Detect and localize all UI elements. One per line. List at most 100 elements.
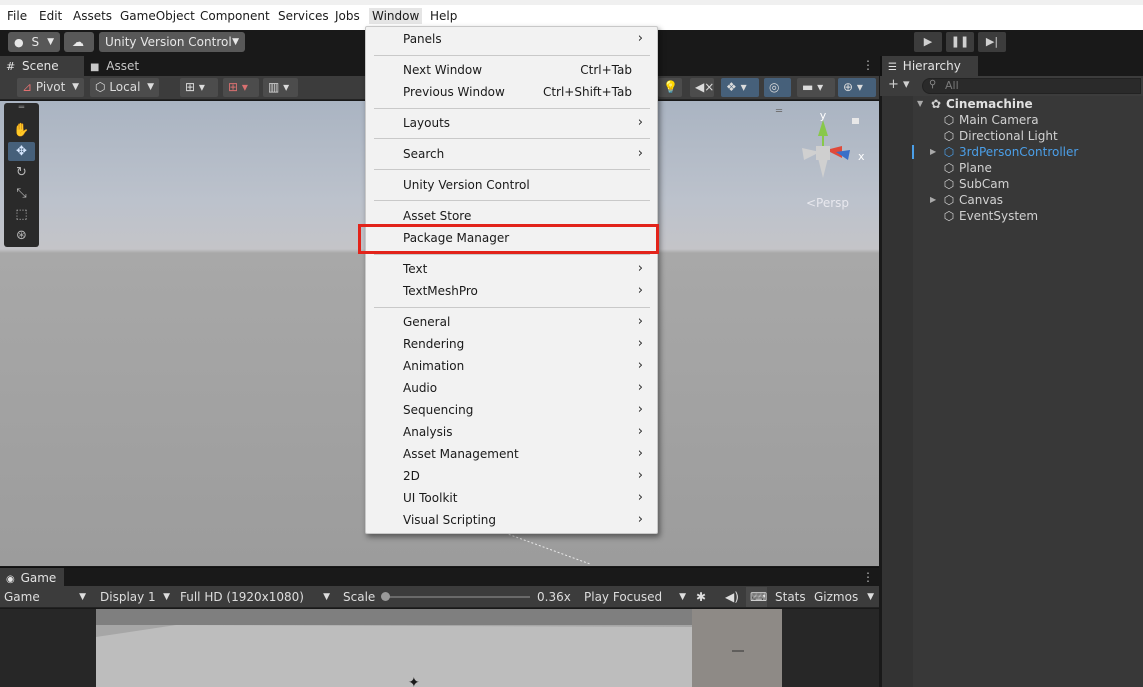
menu-gameobject[interactable]: GameObject [120,8,195,24]
menu-item-panels[interactable]: Panels › [366,28,657,50]
hierarchy-item-label: EventSystem [959,209,1039,223]
menu-item-sequencing[interactable]: Sequencing › [366,399,657,421]
search-placeholder: All [945,79,959,92]
bug-icon[interactable]: ✱ [692,587,706,607]
game-render[interactable]: ✦ [96,609,782,687]
play-mode-select[interactable]: Play Focused ▼ [580,587,690,607]
pivot-icon: ⊿ [22,80,33,94]
palette-handle-icon[interactable]: ═ [8,104,35,113]
rect-tool-icon[interactable]: ⬚ [8,205,35,224]
menu-item-audio[interactable]: Audio › [366,377,657,399]
menu-item-label: General [403,315,451,329]
camera-settings-button[interactable]: ▬ ▾ [797,78,835,97]
menu-help[interactable]: Help [430,8,457,24]
menu-item-previous-window[interactable]: Previous Window Ctrl+Shift+Tab [366,81,657,103]
gizmos-toggle[interactable]: ⊕ ▾ [838,78,876,97]
menu-item-ui-toolkit[interactable]: UI Toolkit › [366,487,657,509]
scale-slider[interactable] [384,596,530,598]
menu-item-layouts[interactable]: Layouts › [366,112,657,134]
hierarchy-item-label: Directional Light [959,129,1058,143]
more-options-icon[interactable]: ⋮ [862,58,874,72]
chevron-down-icon: ▼ [867,592,874,602]
orientation-gizmo[interactable]: y x [796,112,866,187]
overlay-menu-icon[interactable]: ═ [776,106,782,117]
keyboard-icon[interactable]: ⌨ [746,587,768,607]
version-control-dropdown[interactable]: Unity Version Control ▼ [99,32,245,52]
speaker-icon[interactable]: ◀) [721,587,739,607]
pivot-dropdown[interactable]: ⊿ Pivot ▼ [17,78,84,97]
menu-services[interactable]: Services [278,8,329,24]
tab-game[interactable]: ◉ Game [0,568,64,588]
hidden-objects-toggle[interactable]: ◎ [764,78,791,97]
menu-item-textmeshpro[interactable]: TextMeshPro › [366,280,657,302]
menu-item-search[interactable]: Search › [366,143,657,165]
account-button[interactable]: ● S ▼ [8,32,60,52]
chevron-right-icon: › [637,336,643,351]
play-button[interactable]: ▶ [914,32,942,52]
effects-toggle[interactable]: ❖ ▾ [721,78,759,97]
tab-scene[interactable]: # Scene [0,56,84,76]
snap-grid-button[interactable]: ⊞ ▾ [180,78,218,97]
hierarchy-item-label: 3rdPersonController [959,145,1079,159]
increment-snap-button[interactable]: ▥ ▾ [263,78,298,97]
menu-item-unity-version-control[interactable]: Unity Version Control [366,174,657,196]
menu-item-2d[interactable]: 2D › [366,465,657,487]
lock-icon[interactable] [852,118,859,124]
stats-button[interactable]: Stats [771,587,806,607]
gameobject-icon: ⬡ [943,161,955,175]
game-view-select[interactable]: Game ▼ [0,587,90,607]
local-label: Local [109,80,141,94]
hierarchy-item-label: Canvas [959,193,1004,207]
snap-grid-icon: ⊞ ▾ [185,80,205,94]
menu-component[interactable]: Component [200,8,270,24]
hierarchy-item-label: Plane [959,161,992,175]
menu-item-animation[interactable]: Animation › [366,355,657,377]
cloud-button[interactable]: ☁ [64,32,94,52]
local-dropdown[interactable]: ⬡ Local ▼ [90,78,159,97]
grid-icon: # [6,60,16,73]
transform-tool-icon[interactable]: ⊛ [8,226,35,245]
mute-icon: ◀× [695,80,715,94]
chevron-right-icon: › [637,358,643,373]
step-button[interactable]: ▶| [978,32,1006,52]
asset-store-icon: ■ [90,62,100,73]
selection-marker [912,145,914,159]
chevron-right-icon[interactable]: ▶ [930,192,936,208]
scale-slider-thumb[interactable] [381,592,390,601]
gizmos-dropdown[interactable]: Gizmos ▼ [810,587,878,607]
persp-label[interactable]: <Persp [806,196,849,210]
menu-item-asset-management[interactable]: Asset Management › [366,443,657,465]
menu-item-analysis[interactable]: Analysis › [366,421,657,443]
grid-visibility-button[interactable]: ⊞ ▾ [223,78,259,97]
scale-tool-icon[interactable]: ⤡ [8,184,35,203]
hand-tool-icon[interactable]: ✋ [8,121,35,140]
menu-edit[interactable]: Edit [39,8,62,24]
move-tool-icon[interactable]: ✥ [8,142,35,161]
chevron-right-icon: › [637,402,643,417]
audio-toggle[interactable]: ◀× [690,78,714,97]
chevron-right-icon[interactable]: ▶ [930,144,936,160]
menu-item-visual-scripting[interactable]: Visual Scripting › [366,509,657,531]
rotate-tool-icon[interactable]: ↻ [8,163,35,182]
chevron-down-icon[interactable]: ▼ [917,96,923,112]
grid-visibility-icon: ⊞ ▾ [228,80,248,94]
menu-item-general[interactable]: General › [366,311,657,333]
menu-window[interactable]: Window [369,8,423,24]
resolution-select[interactable]: Full HD (1920x1080) ▼ [176,587,334,607]
tab-asset-store[interactable]: ■ Asset Store [84,56,174,95]
menu-assets[interactable]: Assets [73,8,112,24]
menu-item-rendering[interactable]: Rendering › [366,333,657,355]
chevron-right-icon: › [637,283,643,298]
tab-hierarchy[interactable]: ☰ Hierarchy [882,56,978,76]
add-icon[interactable]: + ▾ [888,77,910,92]
menu-jobs[interactable]: Jobs [335,8,360,24]
pause-button[interactable]: ❚❚ [946,32,974,52]
lighting-toggle[interactable]: 💡 [658,78,682,97]
menu-item-label: UI Toolkit [403,491,458,505]
more-options-icon[interactable]: ⋮ [862,570,874,584]
display-select[interactable]: Display 1 ▼ [96,587,174,607]
menu-item-next-window[interactable]: Next Window Ctrl+Tab [366,59,657,81]
menu-item-text[interactable]: Text › [366,258,657,280]
menu-file[interactable]: File [7,8,27,24]
hierarchy-search-input[interactable]: ⚲ All [922,78,1141,94]
